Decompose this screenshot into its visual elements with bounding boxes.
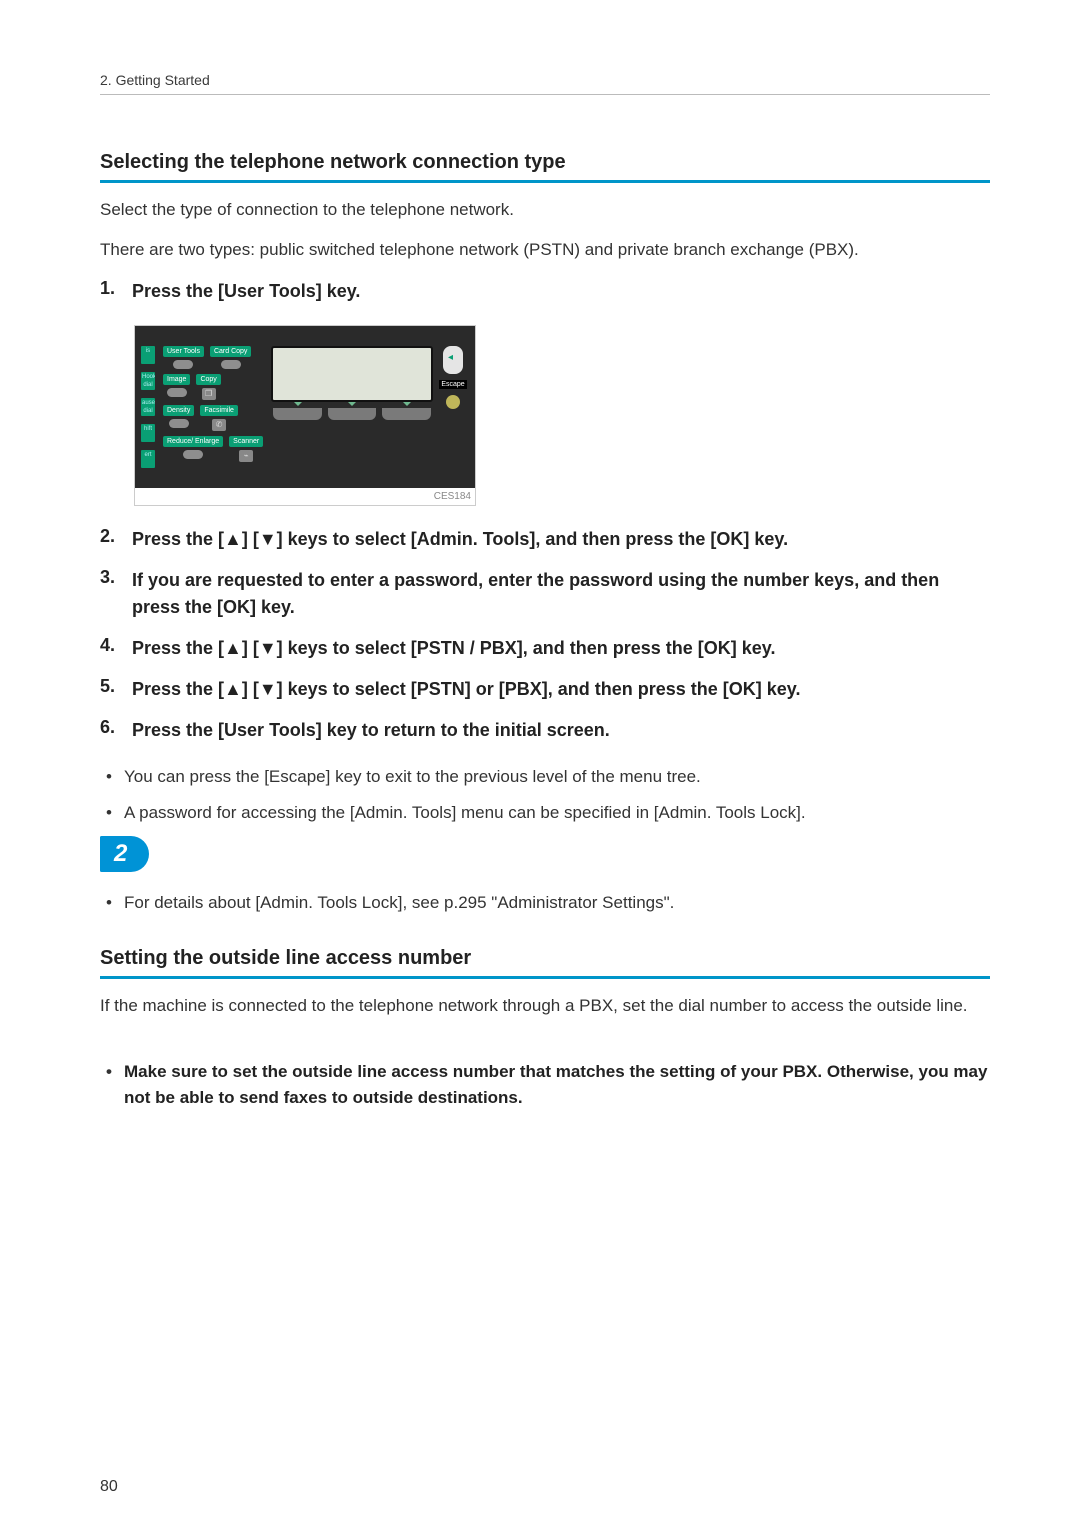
- step-number: 4.: [100, 635, 132, 656]
- button-pill: [173, 360, 193, 369]
- arrow-pad-icon: [443, 346, 463, 374]
- scanner-label: Scanner: [229, 436, 263, 447]
- copy-icon: ❐: [202, 388, 216, 400]
- card-copy-button: Card Copy: [210, 346, 251, 369]
- lcd-screen: [271, 346, 433, 402]
- soft-key: [273, 408, 322, 420]
- user-tools-label: User Tools: [163, 346, 204, 357]
- fax-icon: ✆: [212, 419, 226, 431]
- step-number: 3.: [100, 567, 132, 588]
- density-button: Density: [163, 405, 194, 431]
- step-number: 6.: [100, 717, 132, 738]
- escape-button-icon: [446, 395, 460, 409]
- side-label: hift: [141, 424, 155, 442]
- page-number: 80: [100, 1478, 118, 1496]
- note-item: You can press the [Escape] key to exit t…: [100, 764, 990, 790]
- scanner-icon: ⌁: [239, 450, 253, 462]
- important-item: Make sure to set the outside line access…: [100, 1059, 990, 1112]
- control-panel-figure: is Hook dial ause/ dial hift ert User To…: [134, 325, 476, 506]
- step-text: Press the [User Tools] key to return to …: [132, 717, 610, 744]
- chapter-tab: 2: [100, 836, 990, 872]
- soft-key: [382, 408, 431, 420]
- steps-list-cont: 2. Press the [▲] [▼] keys to select [Adm…: [100, 526, 990, 744]
- step-number: 1.: [100, 278, 132, 299]
- step-1: 1. Press the [User Tools] key.: [100, 278, 990, 305]
- image-button: Image: [163, 374, 190, 400]
- step-text: Press the [▲] [▼] keys to select [Admin.…: [132, 526, 788, 553]
- facsimile-button: Facsimile ✆: [200, 405, 238, 431]
- intro-paragraph-2: There are two types: public switched tel…: [100, 237, 990, 263]
- soft-key: [328, 408, 377, 420]
- important-list: Make sure to set the outside line access…: [100, 1059, 990, 1112]
- side-label: ause/ dial: [141, 398, 155, 416]
- button-pill: [167, 388, 187, 397]
- button-pill: [221, 360, 241, 369]
- step-2: 2. Press the [▲] [▼] keys to select [Adm…: [100, 526, 990, 553]
- note-item: A password for accessing the [Admin. Too…: [100, 800, 990, 826]
- step-text: If you are requested to enter a password…: [132, 567, 990, 621]
- density-label: Density: [163, 405, 194, 416]
- step-4: 4. Press the [▲] [▼] keys to select [PST…: [100, 635, 990, 662]
- step-text: Press the [▲] [▼] keys to select [PSTN /…: [132, 635, 775, 662]
- step-text: Press the [User Tools] key.: [132, 278, 360, 305]
- step-number: 2.: [100, 526, 132, 547]
- chapter-tab-number: 2: [100, 836, 149, 872]
- reduce-enlarge-button: Reduce/ Enlarge: [163, 436, 223, 462]
- side-label: ert: [141, 450, 155, 468]
- intro-paragraph-1: Select the type of connection to the tel…: [100, 197, 990, 223]
- copy-button: Copy ❐: [196, 374, 220, 400]
- side-label: is: [141, 346, 155, 364]
- user-tools-button: User Tools: [163, 346, 204, 369]
- page: 2. Getting Started Selecting the telepho…: [0, 0, 1080, 1532]
- chapter-header: 2. Getting Started: [100, 72, 990, 95]
- side-label: Hook dial: [141, 372, 155, 390]
- button-pill: [183, 450, 203, 459]
- reference-list: For details about [Admin. Tools Lock], s…: [100, 890, 990, 916]
- panel-right-controls: Escape: [441, 346, 465, 468]
- reduce-enlarge-label: Reduce/ Enlarge: [163, 436, 223, 447]
- step-number: 5.: [100, 676, 132, 697]
- notes-list: You can press the [Escape] key to exit t…: [100, 764, 990, 827]
- panel-lcd-area: [271, 346, 433, 468]
- facsimile-label: Facsimile: [200, 405, 238, 416]
- panel-body: is Hook dial ause/ dial hift ert User To…: [135, 326, 475, 488]
- reference-item: For details about [Admin. Tools Lock], s…: [100, 890, 990, 916]
- scanner-button: Scanner ⌁: [229, 436, 263, 462]
- escape-label: Escape: [439, 380, 466, 389]
- step-6: 6. Press the [User Tools] key to return …: [100, 717, 990, 744]
- step-5: 5. Press the [▲] [▼] keys to select [PST…: [100, 676, 990, 703]
- figure-caption: CES184: [135, 488, 475, 505]
- step-3: 3. If you are requested to enter a passw…: [100, 567, 990, 621]
- image-label: Image: [163, 374, 190, 385]
- section2-paragraph: If the machine is connected to the telep…: [100, 993, 990, 1019]
- soft-keys-row: [271, 408, 433, 420]
- step-text: Press the [▲] [▼] keys to select [PSTN] …: [132, 676, 800, 703]
- steps-list: 1. Press the [User Tools] key.: [100, 278, 990, 305]
- panel-button-columns: User Tools Card Copy Image Copy: [163, 346, 263, 468]
- section-title-1: Selecting the telephone network connecti…: [100, 151, 990, 183]
- panel-left-slice: is Hook dial ause/ dial hift ert: [141, 346, 155, 468]
- copy-label: Copy: [196, 374, 220, 385]
- button-pill: [169, 419, 189, 428]
- card-copy-label: Card Copy: [210, 346, 251, 357]
- section-title-2: Setting the outside line access number: [100, 947, 990, 979]
